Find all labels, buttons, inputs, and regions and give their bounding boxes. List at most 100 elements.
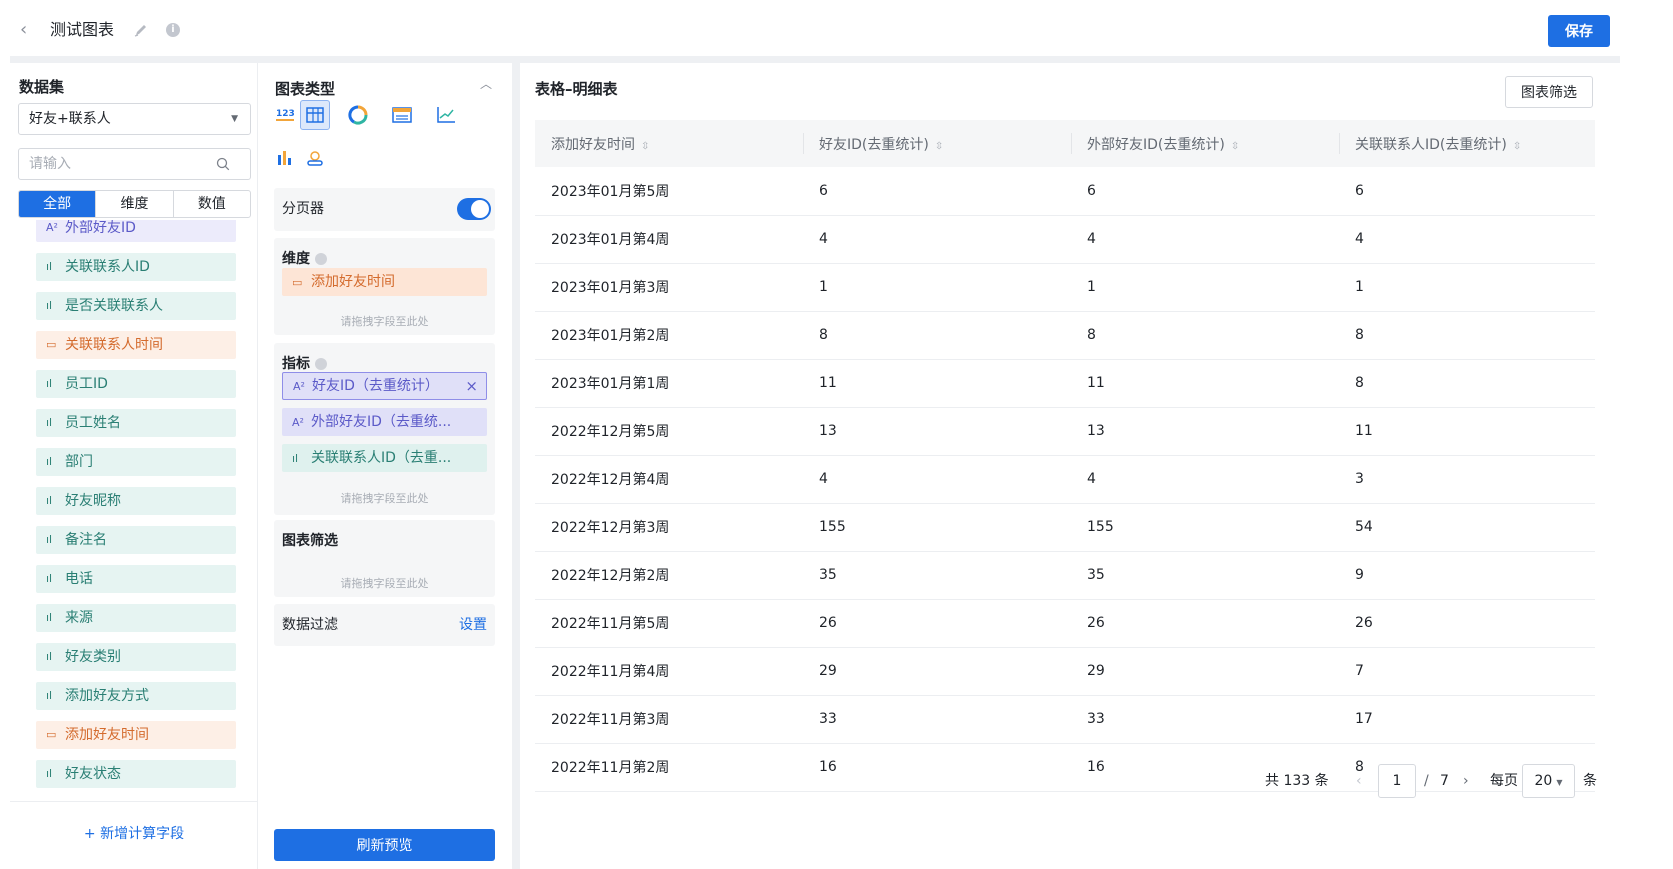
- line-chart-icon[interactable]: [431, 100, 461, 130]
- total-count: 共 133 条: [1265, 773, 1329, 789]
- prev-page-icon[interactable]: ‹: [1356, 764, 1362, 798]
- bar-field-icon: ıl: [46, 494, 53, 507]
- tab-dimension[interactable]: 维度: [95, 191, 172, 217]
- dataset-title: 数据集: [19, 78, 65, 96]
- cross-table-icon[interactable]: [387, 100, 417, 130]
- search-icon[interactable]: [216, 157, 230, 171]
- sort-icon[interactable]: ⇳: [1231, 141, 1239, 152]
- calendar-icon: ▭: [46, 338, 57, 351]
- field-item[interactable]: ıl 员工ID: [36, 370, 236, 398]
- table-cell: 2023年01月第2周: [535, 311, 803, 360]
- close-icon[interactable]: ×: [465, 373, 478, 399]
- field-item[interactable]: ıl 部门: [36, 448, 236, 476]
- dataset-select[interactable]: 好友+联系人 ▼: [18, 103, 251, 135]
- table-cell: 2022年11月第2周: [535, 743, 803, 792]
- column-header[interactable]: 外部好友ID(去重统计) ⇳: [1071, 120, 1339, 167]
- help-icon[interactable]: [315, 358, 327, 370]
- table-cell: 33: [803, 695, 1071, 744]
- ring-chart-icon[interactable]: [343, 100, 373, 130]
- column-header[interactable]: 关联联系人ID(去重统计) ⇳: [1339, 120, 1595, 167]
- table-cell: 17: [1339, 695, 1595, 744]
- table-cell: 8: [1339, 359, 1595, 408]
- tab-value[interactable]: 数值: [172, 191, 250, 217]
- help-icon[interactable]: [315, 253, 327, 265]
- field-item[interactable]: ıl 好友状态: [36, 760, 236, 788]
- table-row: 2022年11月第3周 33 33 17: [535, 695, 1595, 744]
- table-cell: 6: [1339, 167, 1595, 216]
- field-item[interactable]: ıl 来源: [36, 604, 236, 632]
- per-page-label: 每页: [1490, 773, 1518, 789]
- data-filter-card: 数据过滤 设置: [274, 604, 495, 646]
- table-cell: 2023年01月第1周: [535, 359, 803, 408]
- divider: [512, 63, 520, 869]
- field-item[interactable]: ıl 好友昵称: [36, 487, 236, 515]
- table-cell: 6: [803, 167, 1071, 216]
- field-item[interactable]: ▭ 关联联系人时间: [36, 331, 236, 359]
- field-item[interactable]: A² 外部好友ID: [36, 220, 236, 242]
- number-chart-icon[interactable]: 123: [270, 100, 300, 130]
- next-page-icon[interactable]: ›: [1463, 764, 1469, 798]
- table-row: 2022年12月第4周 4 4 3: [535, 455, 1595, 504]
- sort-icon[interactable]: ⇳: [1513, 141, 1521, 152]
- config-panel: 图表类型 ︿ 123 分页器 维度 ▭ 添加好友时间 请拖拽字段至此处 指标 A²…: [258, 63, 511, 869]
- table-cell: 2022年11月第5周: [535, 599, 803, 648]
- bar-field-icon: ıl: [46, 572, 53, 585]
- field-item[interactable]: ıl 关联联系人ID: [36, 253, 236, 281]
- sort-icon[interactable]: ⇳: [641, 141, 649, 152]
- table-cell: 1: [1339, 263, 1595, 312]
- table-chart-icon[interactable]: [300, 100, 330, 130]
- add-calculated-field-button[interactable]: + 新增计算字段: [10, 823, 258, 843]
- field-item[interactable]: ıl 备注名: [36, 526, 236, 554]
- field-item[interactable]: ıl 员工姓名: [36, 409, 236, 437]
- info-icon[interactable]: i: [166, 23, 180, 37]
- back-icon[interactable]: ‹: [20, 20, 27, 40]
- bar-field-icon: ıl: [46, 299, 53, 312]
- divider: [10, 801, 258, 802]
- page-number-input[interactable]: 1: [1378, 764, 1416, 798]
- table-cell: 11: [1339, 407, 1595, 456]
- page-separator: /: [1424, 773, 1429, 789]
- edit-icon[interactable]: [133, 22, 149, 38]
- page-size-select[interactable]: 20 ▼: [1522, 764, 1575, 798]
- table-cell: 2023年01月第3周: [535, 263, 803, 312]
- field-item[interactable]: ▭ 添加好友时间: [36, 721, 236, 749]
- table-cell: 8: [803, 311, 1071, 360]
- bar-field-icon: ıl: [46, 416, 53, 429]
- metric-field-pill[interactable]: A² 外部好友ID（去重统...: [282, 408, 487, 436]
- chevron-up-icon[interactable]: ︿: [480, 75, 492, 92]
- data-filter-settings-link[interactable]: 设置: [459, 614, 487, 634]
- dimension-field-pill[interactable]: ▭ 添加好友时间: [282, 268, 487, 296]
- chart-filter-button[interactable]: 图表筛选: [1505, 76, 1593, 108]
- table-cell: 4: [1071, 455, 1339, 504]
- pager-toggle[interactable]: [457, 198, 491, 220]
- bar-chart-icon[interactable]: [270, 143, 300, 173]
- column-header[interactable]: 添加好友时间 ⇳: [535, 120, 803, 167]
- save-button[interactable]: 保存: [1548, 15, 1610, 47]
- map-chart-icon[interactable]: [300, 143, 330, 173]
- refresh-preview-button[interactable]: 刷新预览: [274, 829, 495, 861]
- table-cell: 155: [803, 503, 1071, 552]
- field-item[interactable]: ıl 添加好友方式: [36, 682, 236, 710]
- field-item[interactable]: ıl 好友类别: [36, 643, 236, 671]
- page-title: 测试图表: [50, 20, 115, 39]
- metric-field-pill[interactable]: ıl 关联联系人ID（去重...: [282, 444, 487, 472]
- field-label: 好友昵称: [65, 493, 121, 509]
- tab-all[interactable]: 全部: [19, 191, 96, 217]
- field-label: 员工ID: [65, 376, 108, 392]
- dimension-field-label: 添加好友时间: [311, 274, 395, 290]
- field-item[interactable]: ıl 电话: [36, 565, 236, 593]
- dataset-panel: 数据集 好友+联系人 ▼ 全部 维度 数值 A²外部好友ID ıl关联联系人ID ı…: [10, 63, 258, 869]
- table-cell: 13: [803, 407, 1071, 456]
- sort-icon[interactable]: ⇳: [935, 141, 943, 152]
- table-cell: 33: [1071, 695, 1339, 744]
- column-header[interactable]: 好友ID(去重统计) ⇳: [803, 120, 1071, 167]
- chart-type-title: 图表类型: [275, 80, 336, 98]
- table-cell: 4: [803, 455, 1071, 504]
- field-label: 关联联系人时间: [65, 337, 163, 353]
- drop-hint: 请拖拽字段至此处: [340, 577, 429, 590]
- metric-field-pill[interactable]: A² 好友ID（去重统计） ×: [282, 372, 487, 400]
- dataset-select-value: 好友+联系人: [29, 111, 111, 127]
- table-cell: 13: [1071, 407, 1339, 456]
- field-item[interactable]: ıl 是否关联联系人: [36, 292, 236, 320]
- table-row: 2022年12月第2周 35 35 9: [535, 551, 1595, 600]
